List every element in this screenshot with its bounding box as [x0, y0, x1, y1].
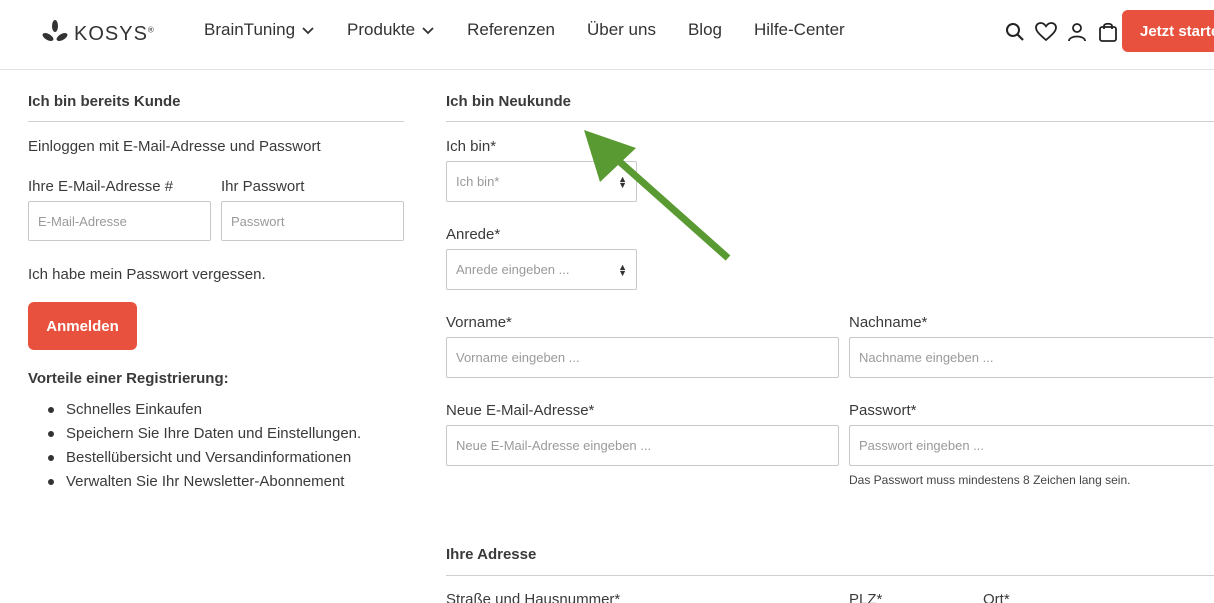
site-header: KOSYS® BrainTuning Produkte Referenzen Ü…	[0, 0, 1214, 70]
list-item: Bestellübersicht und Versandinformatione…	[48, 448, 361, 472]
logo[interactable]: KOSYS®	[42, 20, 155, 49]
zip-label: PLZ*	[849, 591, 883, 603]
logo-text: KOSYS®	[74, 23, 155, 45]
nav-braintuning[interactable]: BrainTuning	[204, 20, 315, 40]
address-heading: Ihre Adresse	[446, 546, 537, 563]
cart-bag-icon[interactable]	[1097, 20, 1119, 44]
nav-label: Blog	[687, 20, 722, 39]
placeholder: Anrede eingeben ...	[456, 262, 570, 277]
header-actions	[1004, 20, 1119, 44]
start-now-button[interactable]: Jetzt starten	[1122, 10, 1214, 52]
nav-label: Hilfe-Center	[754, 20, 845, 39]
list-item: Schnelles Einkaufen	[48, 400, 361, 424]
forgot-password-link[interactable]: Ich habe mein Passwort vergessen.	[28, 266, 266, 283]
benefits-list: Schnelles Einkaufen Speichern Sie Ihre D…	[48, 400, 361, 496]
cta-label: Jetzt starten	[1140, 22, 1214, 40]
nav-blog[interactable]: Blog	[688, 20, 722, 40]
new-password-input[interactable]: Passwort eingeben ...	[849, 425, 1214, 466]
annotation-arrow-icon	[584, 130, 731, 261]
list-item: Speichern Sie Ihre Daten und Einstellung…	[48, 424, 361, 448]
new-password-label: Passwort*	[849, 402, 917, 419]
placeholder: Passwort eingeben ...	[859, 438, 985, 453]
nav-hilfe-center[interactable]: Hilfe-Center	[754, 20, 845, 40]
placeholder: Ich bin*	[456, 174, 500, 189]
login-email-label: Ihre E-Mail-Adresse #	[28, 178, 174, 195]
nav-label: BrainTuning	[204, 20, 296, 39]
nav-ueber-uns[interactable]: Über uns	[587, 20, 656, 40]
login-button-label: Anmelden	[46, 317, 119, 335]
customer-type-label: Ich bin*	[446, 138, 497, 155]
heart-icon[interactable]	[1035, 20, 1057, 44]
nav-produkte[interactable]: Produkte	[347, 20, 435, 40]
divider	[446, 575, 1214, 576]
user-icon[interactable]	[1066, 20, 1088, 44]
lastname-label: Nachname*	[849, 314, 928, 331]
nav-label: Referenzen	[467, 20, 555, 39]
nav-label: Produkte	[347, 20, 416, 39]
chevron-down-icon	[302, 27, 314, 35]
new-email-label: Neue E-Mail-Adresse*	[446, 402, 595, 419]
login-email-input[interactable]: E-Mail-Adresse	[28, 201, 211, 241]
lastname-input[interactable]: Nachname eingeben ...	[849, 337, 1214, 378]
login-intro: Einloggen mit E-Mail-Adresse und Passwor…	[28, 138, 321, 155]
main-nav: BrainTuning Produkte Referenzen Über uns…	[204, 20, 877, 40]
login-heading: Ich bin bereits Kunde	[28, 93, 181, 110]
login-password-label: Ihr Passwort	[221, 178, 305, 195]
new-email-input[interactable]: Neue E-Mail-Adresse eingeben ...	[446, 425, 839, 466]
divider	[446, 121, 1214, 122]
salutation-label: Anrede*	[446, 226, 501, 243]
city-label: Ort*	[983, 591, 1010, 603]
login-password-input[interactable]: Passwort	[221, 201, 404, 241]
placeholder: Passwort	[231, 213, 285, 229]
placeholder: Nachname eingeben ...	[859, 350, 994, 365]
search-icon[interactable]	[1004, 20, 1026, 44]
placeholder: E-Mail-Adresse	[38, 213, 127, 229]
register-heading: Ich bin Neukunde	[446, 93, 572, 110]
password-hint: Das Passwort muss mindestens 8 Zeichen l…	[849, 473, 1131, 487]
firstname-input[interactable]: Vorname eingeben ...	[446, 337, 839, 378]
street-label: Straße und Hausnummer*	[446, 591, 621, 603]
chevron-down-icon	[422, 27, 434, 35]
firstname-label: Vorname*	[446, 314, 512, 331]
kosys-logo-icon	[42, 20, 68, 49]
nav-referenzen[interactable]: Referenzen	[467, 20, 555, 40]
login-button[interactable]: Anmelden	[28, 302, 137, 350]
benefits-heading: Vorteile einer Registrierung:	[28, 370, 229, 387]
placeholder: Neue E-Mail-Adresse eingeben ...	[456, 438, 652, 453]
list-item: Verwalten Sie Ihr Newsletter-Abonnement	[48, 472, 361, 496]
nav-label: Über uns	[586, 20, 656, 39]
divider	[28, 121, 404, 122]
placeholder: Vorname eingeben ...	[456, 350, 580, 365]
